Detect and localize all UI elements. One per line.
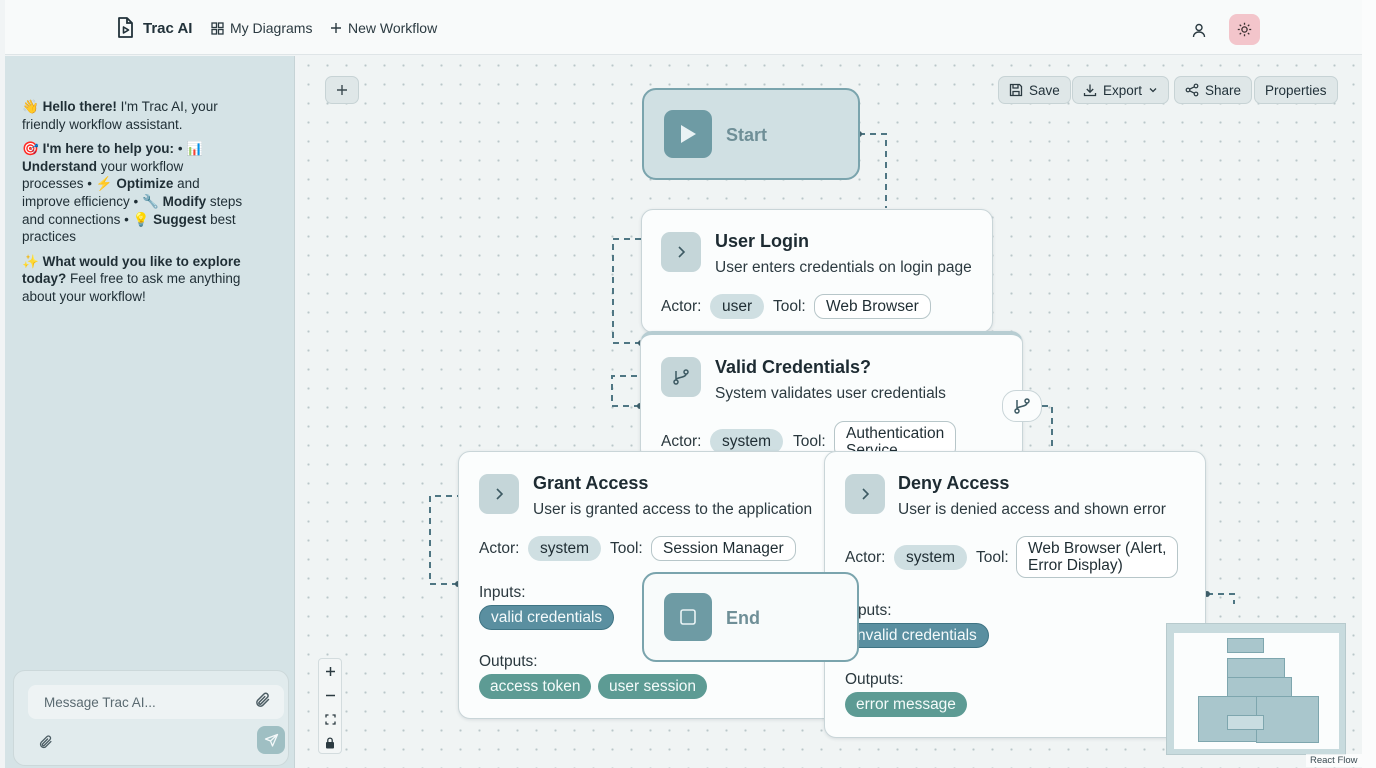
- fit-view-icon: [324, 713, 336, 725]
- end-label: End: [726, 608, 760, 628]
- output-chip: user session: [598, 674, 708, 699]
- tool-label: Tool:: [773, 298, 806, 315]
- tool-line-2: Error Display): [1028, 557, 1123, 574]
- step-icon-box: [661, 232, 701, 272]
- decision-icon-box: [661, 357, 701, 397]
- start-node[interactable]: Start: [642, 88, 860, 180]
- start-icon-box: [664, 110, 712, 158]
- tool-chip: Web Browser: [814, 294, 931, 319]
- node-title: Deny Access: [898, 473, 1010, 493]
- plus-icon: [325, 666, 335, 676]
- lock-icon: [326, 737, 334, 749]
- chevron-right-icon: [496, 488, 504, 500]
- minimap-node: [1227, 658, 1285, 678]
- zoom-out-button[interactable]: [319, 683, 341, 707]
- git-branch-icon: [1014, 398, 1030, 414]
- tool-chip: Session Manager: [651, 536, 796, 561]
- minus-icon: [325, 694, 335, 696]
- minimap[interactable]: [1166, 623, 1346, 755]
- tool-line-1: Authentication: [846, 425, 945, 442]
- inputs-label-partial: puts:: [857, 602, 892, 619]
- output-chip: access token: [479, 674, 592, 699]
- deny-access-node[interactable]: Deny Access User is denied access and sh…: [824, 451, 1206, 738]
- actor-chip: user: [710, 294, 765, 319]
- node-title: Grant Access: [533, 473, 649, 493]
- edge-start-login: [859, 133, 887, 208]
- branch-handle[interactable]: [1002, 390, 1042, 422]
- chevron-right-icon: [862, 488, 870, 500]
- node-description: User is denied access and shown error: [898, 501, 1166, 518]
- zoom-in-button[interactable]: [319, 659, 341, 683]
- step-icon-box: [479, 474, 519, 514]
- step-icon-box: [845, 474, 885, 514]
- actor-label: Actor:: [845, 549, 886, 566]
- outputs-label: Outputs:: [479, 653, 538, 670]
- tool-label: Tool:: [610, 540, 643, 557]
- end-icon-box: [664, 593, 712, 641]
- minimap-node: [1227, 715, 1264, 730]
- tool-line-1: Web Browser (Alert,: [1028, 540, 1167, 557]
- play-icon: [681, 125, 696, 143]
- start-label: Start: [726, 125, 768, 145]
- chevron-right-icon: [678, 246, 686, 258]
- stop-square-icon: [680, 609, 696, 625]
- outputs-label: Outputs:: [845, 671, 904, 688]
- minimap-node: [1256, 696, 1319, 743]
- output-chip: error message: [845, 692, 967, 717]
- edge-valid-deny: [1042, 405, 1053, 452]
- user-login-node[interactable]: User Login User enters credentials on lo…: [641, 209, 993, 333]
- lock-button[interactable]: [319, 731, 341, 755]
- tool-label: Tool:: [793, 433, 826, 450]
- input-chip: valid credentials: [479, 605, 615, 630]
- node-title: Valid Credentials?: [715, 357, 872, 377]
- actor-label: Actor:: [661, 298, 702, 315]
- minimap-viewport: [1174, 633, 1339, 749]
- inputs-label: Inputs:: [479, 584, 526, 601]
- node-description: User is granted access to the applicatio…: [533, 501, 813, 518]
- actor-label: Actor:: [479, 540, 520, 557]
- node-description: System validates user credentials: [715, 385, 946, 402]
- valid-credentials-node[interactable]: Valid Credentials? System validates user…: [640, 331, 1023, 461]
- actor-chip: system: [894, 545, 968, 570]
- minimap-node: [1227, 638, 1264, 653]
- fit-view-button[interactable]: [319, 707, 341, 731]
- edge-login-loop: [612, 238, 641, 344]
- input-chip: nvalid credentials: [845, 623, 989, 648]
- tool-chip: Web Browser (Alert, Error Display): [1016, 536, 1179, 578]
- edge-valid-loop: [611, 375, 640, 407]
- react-flow-attribution[interactable]: React Flow: [1306, 754, 1362, 767]
- zoom-controls: [318, 658, 342, 754]
- edge-grant-loop: [429, 495, 458, 585]
- tool-label: Tool:: [976, 549, 1009, 566]
- minimap-node: [1227, 677, 1292, 697]
- git-branch-icon: [673, 369, 689, 385]
- actor-label: Actor:: [661, 433, 702, 450]
- end-node[interactable]: End: [642, 572, 859, 662]
- actor-chip: system: [528, 536, 602, 561]
- node-description: User enters credentials on login page: [715, 259, 972, 276]
- edge-deny-out: [1207, 593, 1235, 604]
- node-title: User Login: [715, 231, 810, 251]
